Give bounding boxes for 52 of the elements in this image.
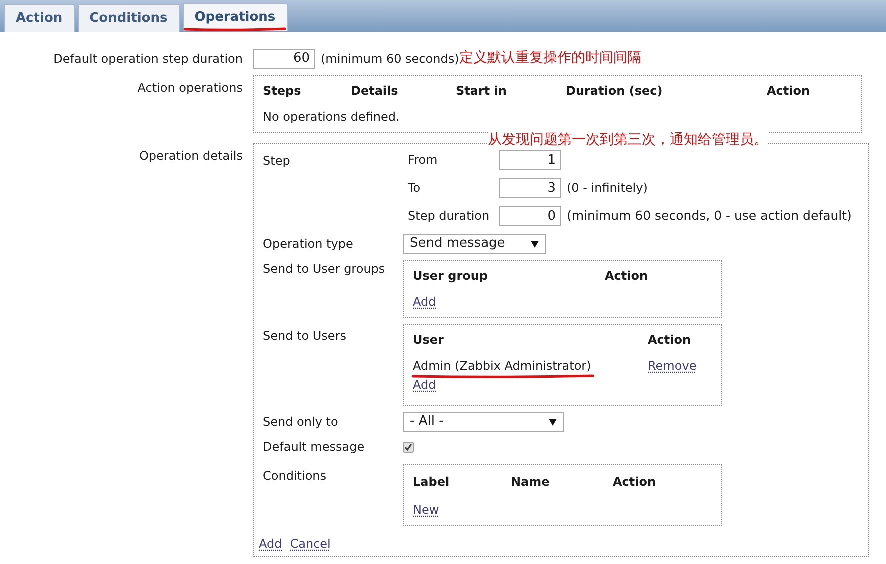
tab[interactable]: Operations xyxy=(182,3,288,31)
dropdown[interactable]: Send message xyxy=(403,234,546,254)
column-header: Action xyxy=(767,83,812,100)
column-header: Label xyxy=(413,474,451,491)
dropdown[interactable]: - All - xyxy=(403,412,564,432)
tab[interactable]: Action xyxy=(4,4,75,32)
link[interactable]: Add xyxy=(259,535,282,553)
hint-text: (minimum 60 seconds) xyxy=(321,50,460,68)
column-header: Start in xyxy=(456,83,508,100)
link[interactable]: New xyxy=(413,503,440,517)
input-field[interactable]: 3 xyxy=(499,178,561,198)
field-label: Send to Users xyxy=(263,329,347,343)
dropdown-value: - All - xyxy=(410,413,444,432)
column-header: User xyxy=(413,332,445,349)
caret-icon xyxy=(531,240,539,248)
hint-text: (0 - infinitely) xyxy=(567,180,648,197)
field-label: To xyxy=(408,181,421,195)
annotation-text: 定义默认重复操作的时间间隔 xyxy=(459,49,642,68)
dropdown-value: Send message xyxy=(410,235,506,254)
checkbox[interactable] xyxy=(403,442,414,452)
column-header: Action xyxy=(605,268,650,285)
field-label: Operation type xyxy=(263,237,354,251)
field-label: Conditions xyxy=(263,469,327,483)
field-label: Operation details xyxy=(139,149,243,163)
field-label: Action operations xyxy=(138,81,243,95)
column-header: User group xyxy=(413,268,490,285)
hint-text: (minimum 60 seconds, 0 - use action default) xyxy=(567,206,852,225)
input-field[interactable]: 0 xyxy=(499,206,561,226)
column-header: Details xyxy=(351,83,400,100)
caret-icon xyxy=(549,418,557,426)
field-label: From xyxy=(408,153,438,167)
field-label: Step duration xyxy=(408,209,490,223)
column-header: Steps xyxy=(263,83,302,100)
column-header: Action xyxy=(613,474,658,491)
field-label: Default message xyxy=(263,440,365,454)
field-label: Send only to xyxy=(263,415,338,429)
link[interactable]: Add xyxy=(413,295,436,309)
field-label: Default operation step duration xyxy=(54,52,243,66)
user-name: Admin (Zabbix Administrator) xyxy=(413,358,592,375)
empty-message: No operations defined. xyxy=(263,110,400,124)
tab[interactable]: Conditions xyxy=(78,4,180,32)
field-label: Step xyxy=(263,154,290,168)
link[interactable]: Remove xyxy=(648,359,697,373)
link[interactable]: Cancel xyxy=(290,535,331,553)
column-header: Name xyxy=(511,474,551,491)
column-header: Action xyxy=(648,332,692,349)
field-label: Send to User groups xyxy=(263,262,386,276)
annotation-text: 从发现问题第一次到第三次，通知给管理员。 xyxy=(488,131,768,149)
link[interactable]: Add xyxy=(413,378,436,392)
input-field[interactable]: 1 xyxy=(499,150,561,170)
input-field[interactable]: 60 xyxy=(253,48,315,68)
column-header: Duration (sec) xyxy=(566,83,664,100)
